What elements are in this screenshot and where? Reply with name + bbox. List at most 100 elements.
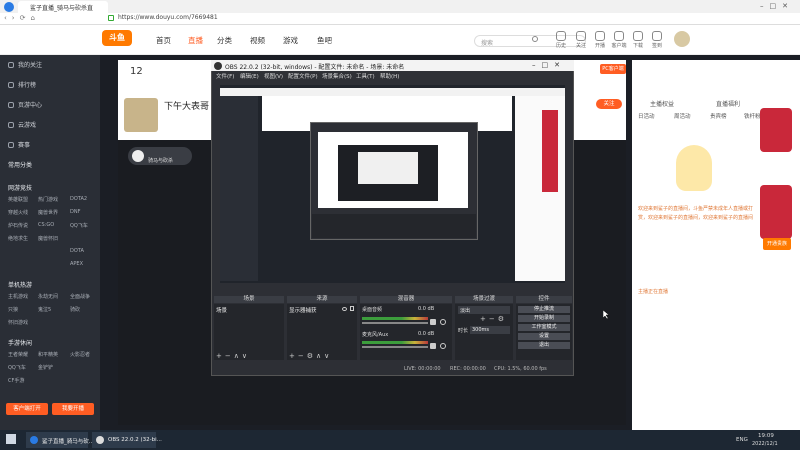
category-cell[interactable]: 鬼泣5 xyxy=(38,306,68,313)
avatar[interactable] xyxy=(674,31,690,47)
category-cell[interactable]: 魔兽怀旧 xyxy=(38,235,68,242)
obs-menu-view[interactable]: 视图(V) xyxy=(264,72,283,80)
obs-menu-tools[interactable]: 工具(T) xyxy=(356,72,375,80)
left-sidebar xyxy=(0,55,100,430)
category-cell[interactable]: DOTA2 xyxy=(70,196,100,202)
clock-time[interactable]: 19:09 xyxy=(758,433,774,439)
transition-select[interactable]: 淡出 xyxy=(458,306,510,314)
history-icon[interactable]: 历史 xyxy=(552,31,570,49)
nav-live[interactable]: 直播 xyxy=(188,35,203,46)
stop-streaming-button[interactable]: 停止推流 xyxy=(518,306,570,313)
sidebar-item-follow[interactable]: 我的关注 xyxy=(8,60,42,69)
client-icon[interactable]: 客户端 xyxy=(610,31,628,49)
obs-window-controls[interactable]: –□✕ xyxy=(532,61,566,69)
live-benefit-tab[interactable]: 直播福利 xyxy=(716,99,740,108)
category-cell[interactable]: CS:GO xyxy=(38,222,68,228)
dock-mixer-header: 混音器 xyxy=(360,296,452,303)
settings-button[interactable]: 设置 xyxy=(518,333,570,340)
category-cell[interactable]: 热门游戏 xyxy=(38,196,68,203)
category-cell[interactable]: 英雄联盟 xyxy=(8,196,38,203)
start-recording-button[interactable]: 开始录制 xyxy=(518,315,570,322)
volume-slider-mic[interactable] xyxy=(362,346,428,348)
clock-date[interactable]: 2022/12/1 xyxy=(752,441,778,447)
scene-item[interactable]: 场景 xyxy=(216,306,227,314)
window-controls[interactable]: –□✕ xyxy=(760,2,794,10)
sidebar-item-webgame[interactable]: 页游中心 xyxy=(8,100,42,109)
category-cell[interactable]: 火影忍者 xyxy=(70,351,100,358)
douyu-logo[interactable]: 斗鱼 xyxy=(102,30,132,46)
obs-menu-help[interactable]: 帮助(H) xyxy=(380,72,399,80)
chat-tab-vip[interactable]: 贵宾榜 xyxy=(710,112,727,120)
lock-icon[interactable] xyxy=(350,306,354,311)
sidebar-item-esports[interactable]: 赛事 xyxy=(8,140,30,149)
duration-input[interactable]: 300ms xyxy=(470,326,510,334)
download-icon[interactable]: 下载 xyxy=(629,31,647,49)
category-cell[interactable]: 炉石传说 xyxy=(8,222,38,229)
obs-menu-scenes[interactable]: 场景集合(S) xyxy=(322,72,352,80)
anchor-rights-tab[interactable]: 主播权益 xyxy=(650,99,674,108)
source-item[interactable]: 显示器捕获 xyxy=(289,306,317,314)
category-cell[interactable]: APEX xyxy=(70,261,100,267)
sidebar-item-ranking[interactable]: 排行榜 xyxy=(8,80,36,89)
sidebar-item-cloudgame[interactable]: 云游戏 xyxy=(8,120,36,129)
sources-toolbar[interactable]: +−⚙∧∨ xyxy=(289,352,332,360)
gift-banner-2[interactable] xyxy=(760,185,792,239)
nav-buttons[interactable]: ‹›⟳⌂ xyxy=(4,14,40,22)
nav-yuba[interactable]: 鱼吧 xyxy=(317,35,332,46)
category-cell[interactable]: 主机游戏 xyxy=(8,293,38,300)
broadcast-icon[interactable]: 开播 xyxy=(591,31,609,49)
streamer-avatar[interactable] xyxy=(124,98,158,132)
ime-indicator[interactable]: ENG xyxy=(736,437,748,443)
gift-banner-1[interactable] xyxy=(760,108,792,152)
signin-icon[interactable]: 签到 xyxy=(648,31,666,49)
category-cell[interactable]: CF手游 xyxy=(8,377,38,384)
obs-menu-file[interactable]: 文件(F) xyxy=(216,72,234,80)
chat-tab-fans[interactable]: 铁杆粉 xyxy=(744,112,761,120)
category-cell[interactable]: 绝地求生 xyxy=(8,235,38,242)
scenes-toolbar[interactable]: +−∧∨ xyxy=(216,352,250,360)
category-cell[interactable]: QQ飞车 xyxy=(70,222,100,229)
obs-menu-profile[interactable]: 配置文件(P) xyxy=(288,72,318,80)
gear-icon[interactable] xyxy=(440,319,446,325)
speaker-icon[interactable] xyxy=(430,343,436,349)
category-cell[interactable]: 穿越火线 xyxy=(8,209,38,216)
category-cell[interactable]: 只狼 xyxy=(8,306,38,313)
category-cell[interactable]: QQ飞车 xyxy=(8,364,38,371)
eye-icon[interactable] xyxy=(342,307,347,311)
category-cell[interactable]: 魔兽世界 xyxy=(38,209,68,216)
category-cell[interactable]: DNF xyxy=(70,209,100,215)
overlay-name: 骑马与砍杀 xyxy=(148,158,174,164)
nav-game[interactable]: 游戏 xyxy=(283,35,298,46)
category-cell[interactable]: DOTA xyxy=(70,248,100,254)
exit-button[interactable]: 退出 xyxy=(518,342,570,349)
category-cell[interactable]: 永劫无间 xyxy=(38,293,68,300)
category-cell[interactable]: 金铲铲 xyxy=(38,364,68,371)
gear-icon[interactable] xyxy=(440,343,446,349)
studio-mode-button[interactable]: 工作室模式 xyxy=(518,324,570,331)
transition-toolbar[interactable]: +−⚙ xyxy=(480,315,507,323)
start-broadcast-button[interactable]: 我要开播 xyxy=(52,403,94,415)
noble-button[interactable]: 开通贵族 xyxy=(763,238,791,250)
url-field[interactable]: https://www.douyu.com/7669481 xyxy=(118,14,218,21)
follow-button[interactable]: 关注 xyxy=(596,99,622,109)
browser-tab[interactable]: 鲨子直播_骑马与砍杀直 xyxy=(18,1,108,13)
follow-icon[interactable]: 关注 xyxy=(572,31,590,49)
open-client-button[interactable]: 客户端打开 xyxy=(6,403,48,415)
windows-start-icon[interactable] xyxy=(6,434,16,444)
nav-category[interactable]: 分类 xyxy=(217,35,232,46)
obs-menu-edit[interactable]: 编辑(E) xyxy=(240,72,259,80)
chat-tab-daily[interactable]: 日活动 xyxy=(638,112,655,120)
stream-title: 下午大表哥 xyxy=(164,102,210,112)
nav-home[interactable]: 首页 xyxy=(156,35,171,46)
search-icon[interactable] xyxy=(532,36,538,42)
category-cell[interactable]: 骑砍 xyxy=(70,306,100,313)
category-cell[interactable]: 和平精英 xyxy=(38,351,68,358)
chat-tab-weekly[interactable]: 周活动 xyxy=(674,112,691,120)
speaker-icon[interactable] xyxy=(430,319,436,325)
volume-slider-desktop[interactable] xyxy=(362,322,428,324)
category-cell[interactable]: 全面战争 xyxy=(70,293,100,300)
pc-client-badge[interactable]: PC客户端 xyxy=(600,64,626,74)
category-cell[interactable]: 怀旧游戏 xyxy=(8,319,38,326)
nav-video[interactable]: 视频 xyxy=(250,35,265,46)
category-cell[interactable]: 王者荣耀 xyxy=(8,351,38,358)
